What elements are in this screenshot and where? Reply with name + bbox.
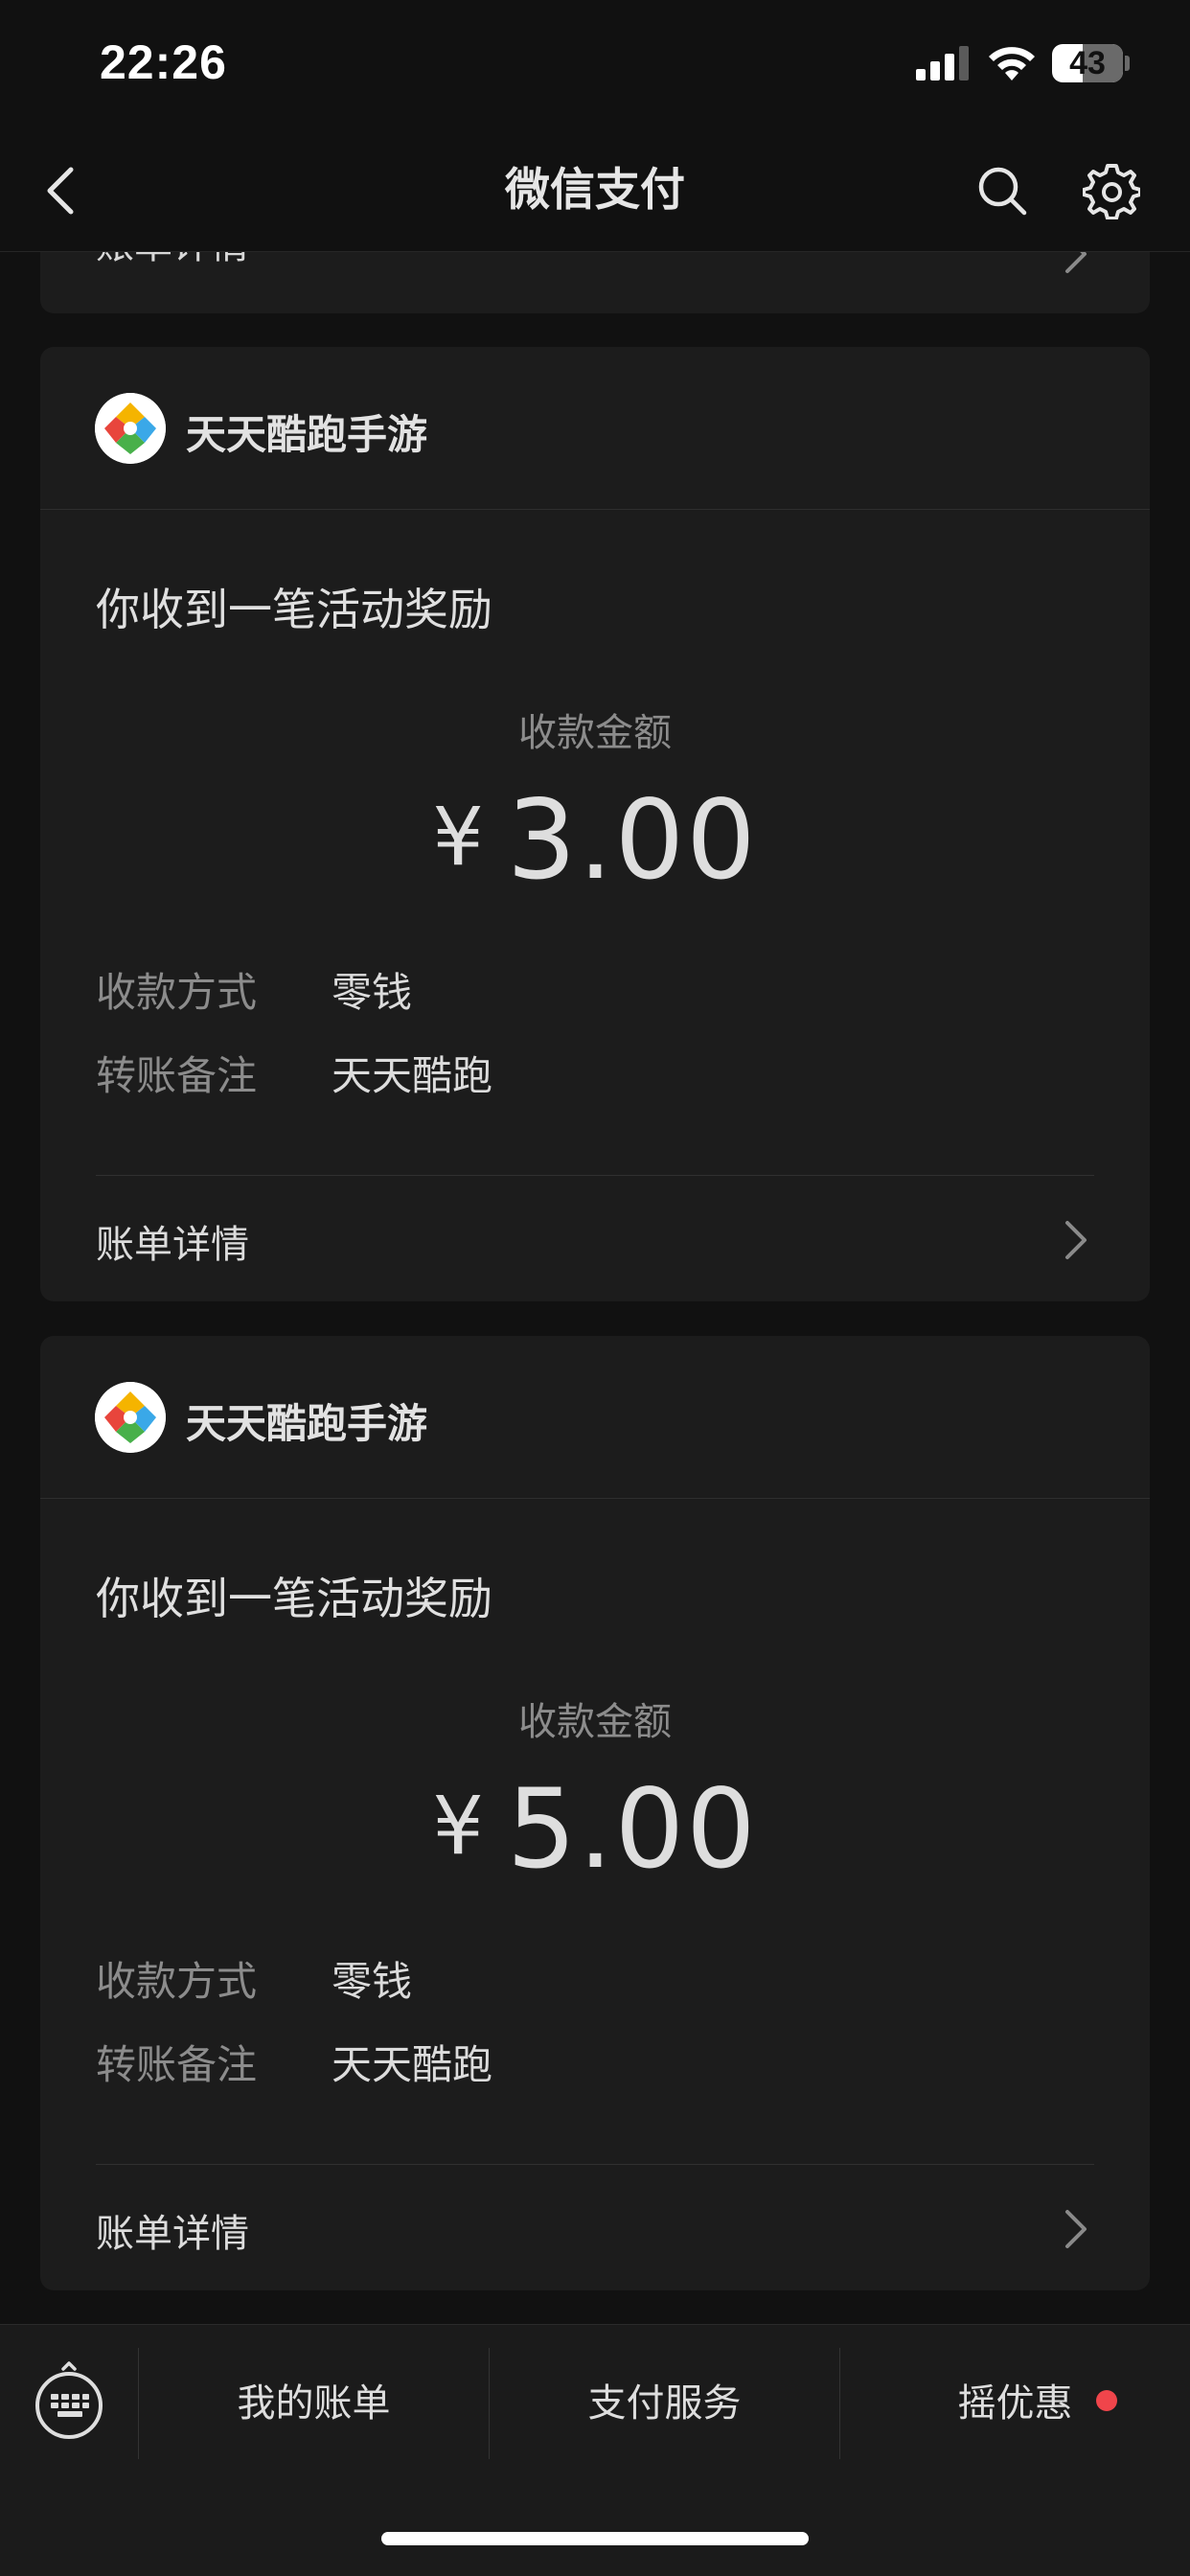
bill-detail-row[interactable]: 账单详情 xyxy=(40,1177,1150,1301)
amount-label: 收款金额 xyxy=(518,1700,672,1744)
payment-method-value: 零钱 xyxy=(332,969,413,1016)
amount: ¥5.00 xyxy=(40,1765,1150,1893)
tab-shake-offers[interactable]: 摇优惠 xyxy=(840,2348,1190,2459)
payment-method-key: 收款方式 xyxy=(96,1958,258,2005)
amount-value: 5.00 xyxy=(506,1765,758,1893)
gear-icon[interactable] xyxy=(1083,162,1140,219)
app-logo-icon xyxy=(95,393,166,464)
transfer-remark-value: 天天酷跑 xyxy=(332,1052,493,1099)
battery-icon: 43 xyxy=(1052,44,1123,82)
bill-detail-label: 账单详情 xyxy=(96,252,249,269)
divider xyxy=(96,2164,1094,2165)
amount-label: 收款金额 xyxy=(518,711,672,755)
notification-badge xyxy=(1096,2390,1117,2411)
transfer-remark-value: 天天酷跑 xyxy=(332,2041,493,2088)
tab-my-bills[interactable]: 我的账单 xyxy=(139,2348,489,2459)
battery-tip xyxy=(1125,56,1130,71)
bill-detail-row[interactable]: 账单详情 xyxy=(40,2166,1150,2290)
chevron-right-icon xyxy=(1065,2210,1087,2248)
message-title: 你收到一笔活动奖励 xyxy=(96,584,492,635)
transfer-remark-key: 转账备注 xyxy=(96,1052,258,1099)
reward-message-card: 天天酷跑手游 你收到一笔活动奖励 收款金额 ¥5.00 收款方式 零钱 转账备注… xyxy=(40,1336,1150,2290)
previous-message-card: 账单详情 xyxy=(40,252,1150,313)
wifi-icon xyxy=(989,47,1035,80)
bill-detail-label: 账单详情 xyxy=(96,1223,249,1267)
payment-method-value: 零钱 xyxy=(332,1958,413,2005)
home-indicator[interactable] xyxy=(381,2532,809,2545)
keyboard-icon[interactable] xyxy=(33,2358,105,2440)
app-name: 天天酷跑手游 xyxy=(186,1400,428,1447)
bill-detail-label: 账单详情 xyxy=(96,2212,249,2256)
app-logo-icon xyxy=(95,1382,166,1453)
payment-method-key: 收款方式 xyxy=(96,969,258,1016)
chevron-right-icon xyxy=(1065,252,1087,273)
chevron-right-icon xyxy=(1065,1221,1087,1259)
nav-bar: 微信支付 xyxy=(0,129,1190,252)
reward-message-card: 天天酷跑手游 你收到一笔活动奖励 收款金额 ¥3.00 收款方式 零钱 转账备注… xyxy=(40,347,1150,1301)
currency-symbol: ¥ xyxy=(432,790,486,884)
battery-level: 43 xyxy=(1069,45,1106,81)
search-icon[interactable] xyxy=(975,164,1029,218)
message-title: 你收到一笔活动奖励 xyxy=(96,1573,492,1624)
amount: ¥3.00 xyxy=(40,776,1150,904)
message-list[interactable]: 账单详情 天天酷跑手游 你收到一笔活动奖励 收款金额 ¥3.00 收款方式 零钱 xyxy=(0,252,1190,2324)
card-header[interactable]: 天天酷跑手游 xyxy=(40,1336,1150,1499)
divider xyxy=(96,1175,1094,1176)
amount-value: 3.00 xyxy=(506,776,758,904)
app-name: 天天酷跑手游 xyxy=(186,411,428,458)
currency-symbol: ¥ xyxy=(432,1779,486,1873)
cellular-signal-icon xyxy=(916,46,969,80)
card-header[interactable]: 天天酷跑手游 xyxy=(40,347,1150,510)
status-bar: 22:26 43 xyxy=(0,0,1190,129)
bill-detail-row[interactable]: 账单详情 xyxy=(40,252,1150,313)
transfer-remark-key: 转账备注 xyxy=(96,2041,258,2088)
status-time: 22:26 xyxy=(100,35,227,89)
tab-payment-services[interactable]: 支付服务 xyxy=(490,2348,839,2459)
